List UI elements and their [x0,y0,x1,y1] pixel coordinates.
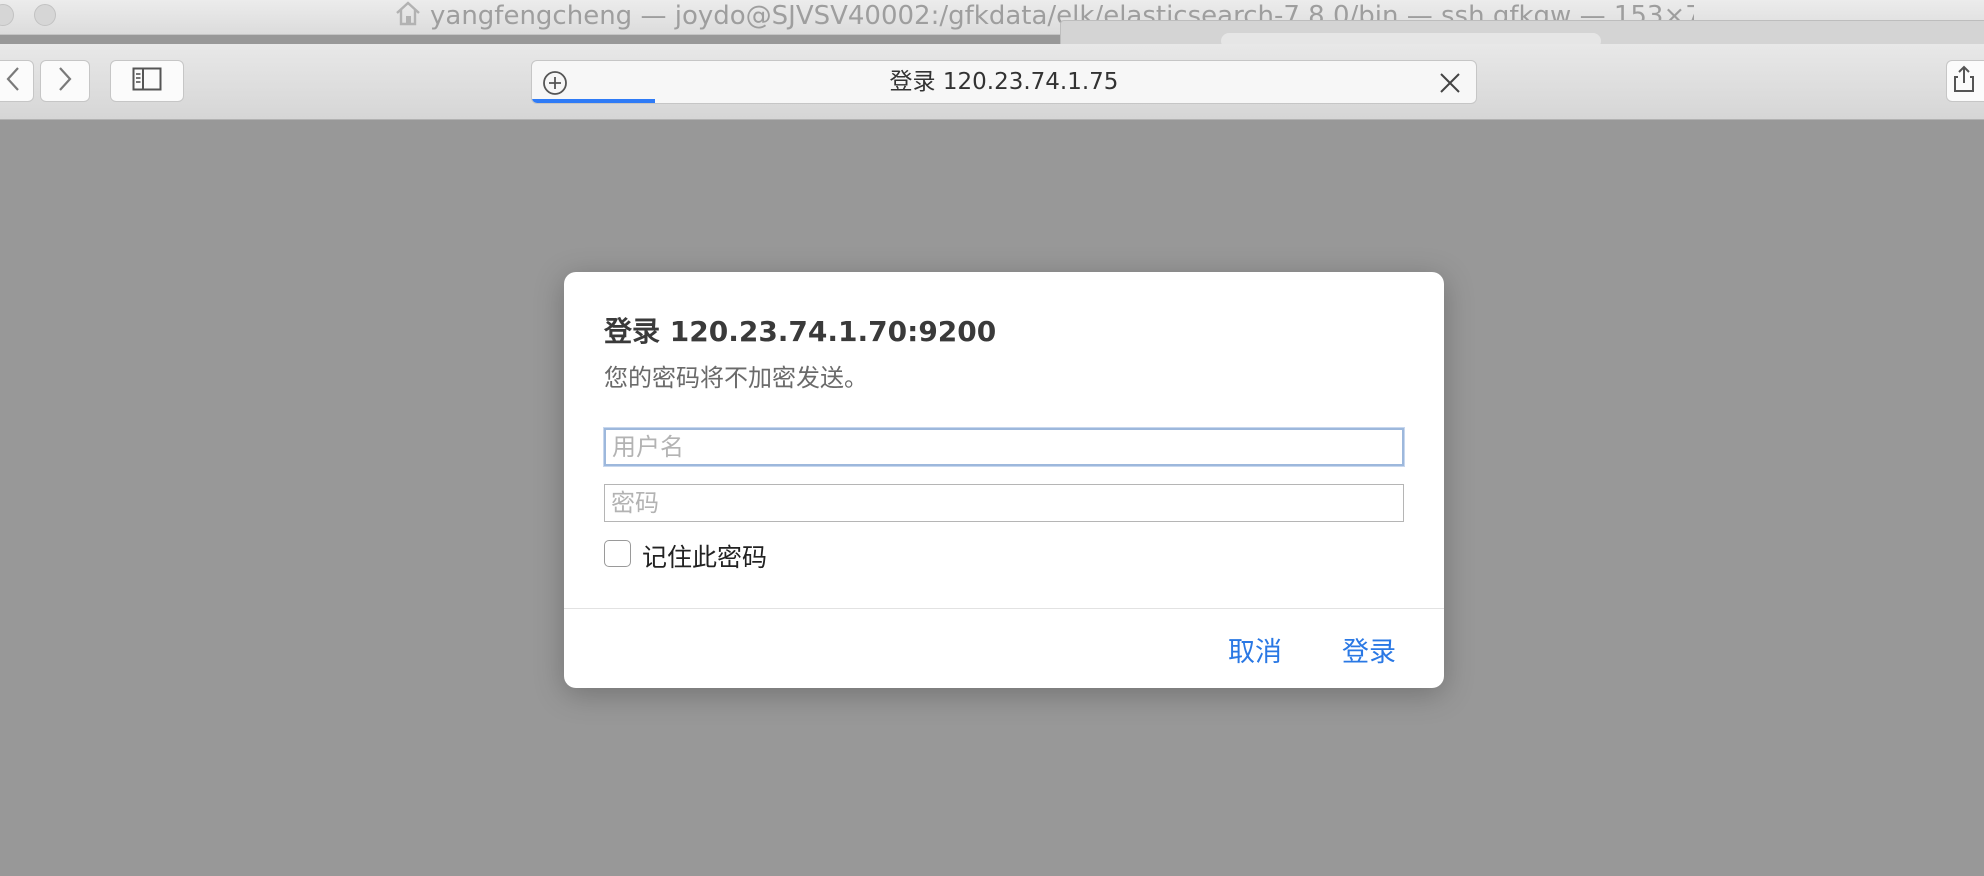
password-field[interactable] [604,484,1404,522]
login-dialog: 登录 120.23.74.1.70:9200 您的密码将不加密发送。 记住此密码… [564,272,1444,688]
chevron-left-icon [5,66,21,96]
cancel-button[interactable]: 取消 [1228,630,1282,669]
home-icon [394,0,422,30]
sidebar-icon [132,67,162,95]
forward-button[interactable] [40,60,90,102]
remember-password-label[interactable]: 记住此密码 [642,538,767,574]
username-field[interactable] [604,428,1404,466]
close-icon[interactable] [1438,71,1462,99]
remember-password-checkbox[interactable] [604,540,631,567]
sidebar-button[interactable] [110,60,184,102]
address-bar[interactable]: 登录 120.23.74.1.75 [531,60,1477,104]
background-window [1060,20,1984,49]
back-button[interactable] [0,60,34,102]
dialog-title: 登录 120.23.74.1.70:9200 [604,315,997,348]
window-close-button[interactable] [0,4,14,26]
chevron-right-icon [57,66,73,96]
login-button[interactable]: 登录 [1342,630,1396,669]
dialog-divider [564,608,1444,609]
dialog-subtitle: 您的密码将不加密发送。 [604,364,868,392]
address-text: 登录 120.23.74.1.75 [889,69,1119,95]
browser-toolbar: 登录 120.23.74.1.75 [0,44,1984,120]
share-icon [1954,65,1974,97]
share-button[interactable] [1946,60,1984,102]
loading-progress-bar [532,99,655,103]
window-minimize-button[interactable] [34,4,56,26]
